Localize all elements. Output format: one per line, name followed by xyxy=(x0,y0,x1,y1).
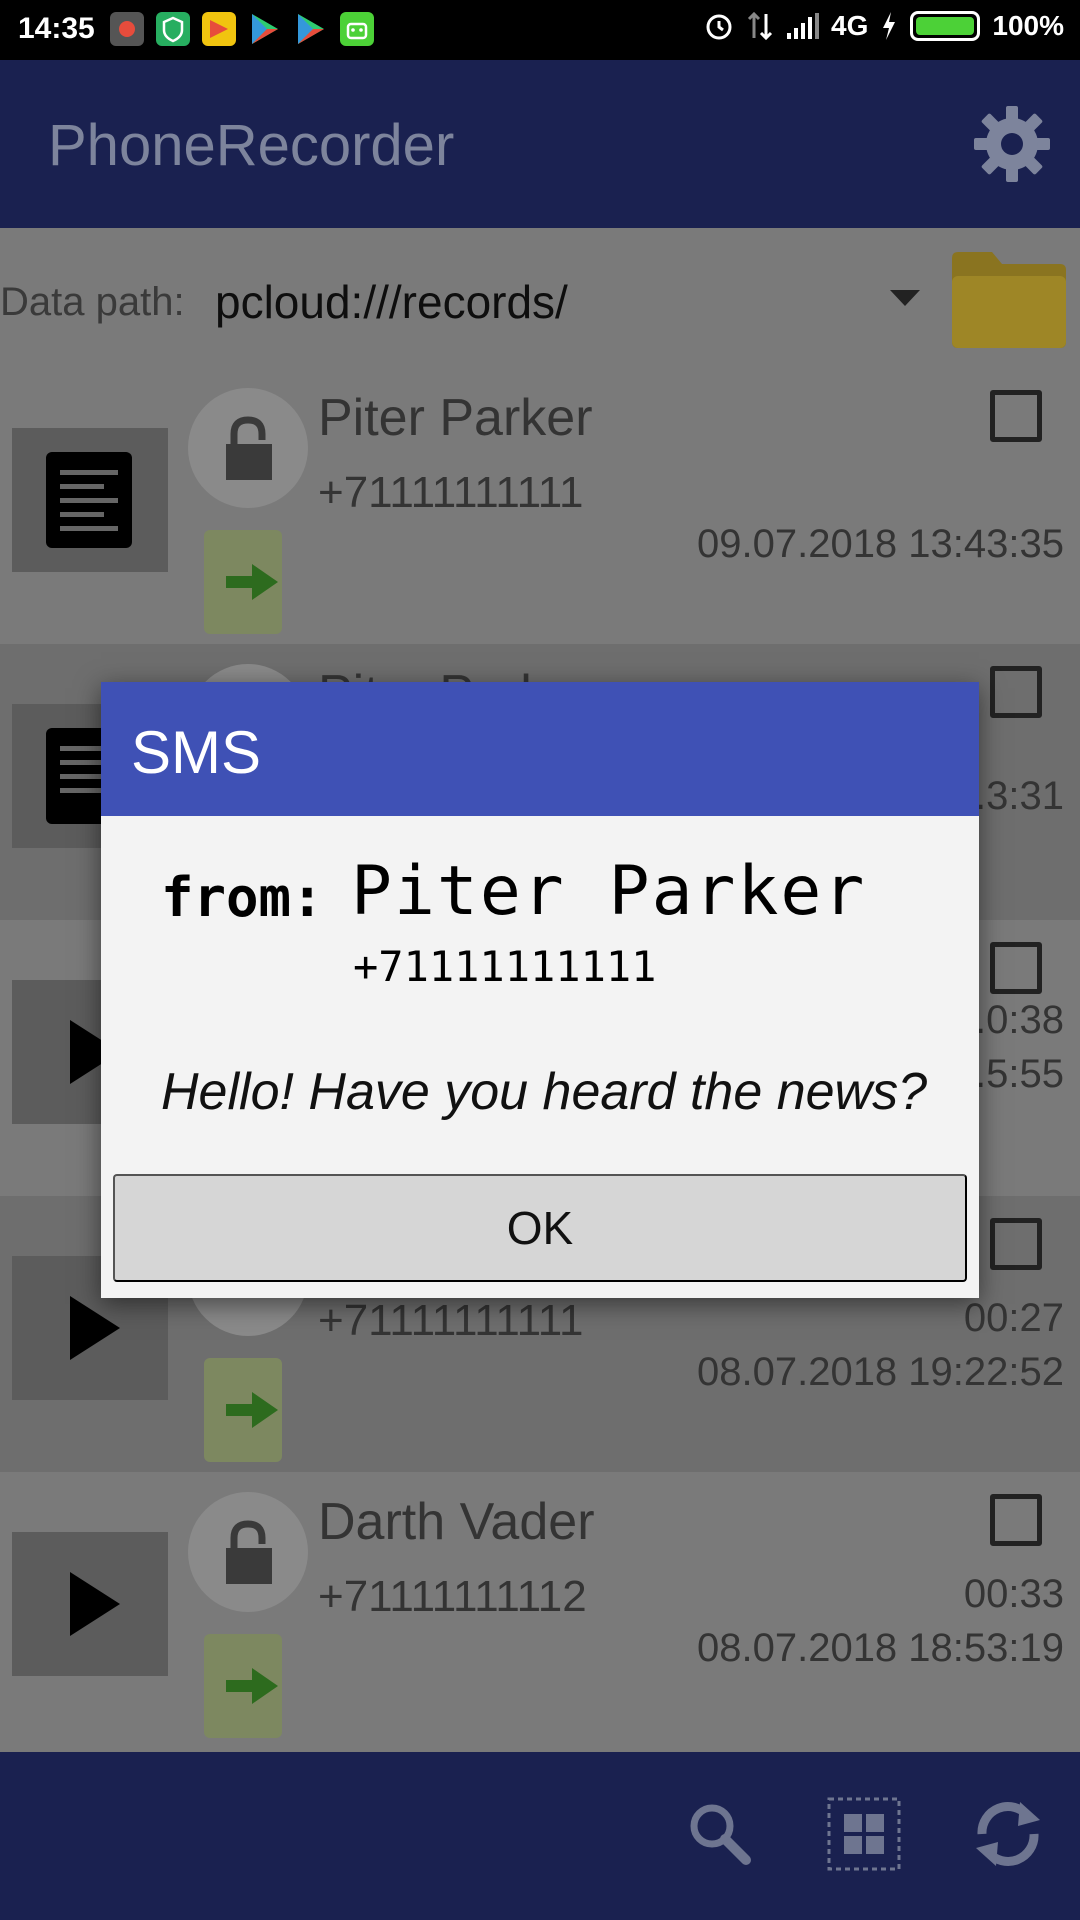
status-bar: 14:35 4G 100% xyxy=(0,0,1080,60)
data-path-row: Data path: pcloud:///records/ xyxy=(0,228,1080,368)
sms-message: Hello! Have you heard the news? xyxy=(161,1063,928,1121)
select-checkbox[interactable] xyxy=(990,390,1042,442)
lock-button[interactable] xyxy=(188,388,308,508)
app-bar: PhoneRecorder xyxy=(0,60,1080,228)
recording-row[interactable]: Piter Parker +71111111111 09.07.2018 13:… xyxy=(0,368,1080,644)
arrow-right-icon xyxy=(226,1668,278,1704)
notification-icons xyxy=(110,12,374,46)
arrow-right-icon xyxy=(226,564,278,600)
recording-duration: 00:33 xyxy=(963,1572,1064,1616)
data-path-label: Data path: xyxy=(0,280,185,324)
alarm-icon xyxy=(706,14,732,40)
recording-duration: 00:27 xyxy=(963,1296,1064,1340)
app-title: PhoneRecorder xyxy=(48,113,455,178)
sender-label: from: xyxy=(161,866,324,929)
shield-icon xyxy=(156,12,190,46)
sms-dialog: SMS from: Piter Parker +71111111111 Hell… xyxy=(101,682,979,1298)
status-right: 4G 100% xyxy=(703,10,1064,42)
app-icon xyxy=(202,12,236,46)
sender-phone: +71111111111 xyxy=(353,942,657,991)
select-checkbox[interactable] xyxy=(990,1494,1042,1546)
bottom-bar xyxy=(0,1752,1080,1920)
contact-phone: +71111111111 xyxy=(318,1296,584,1345)
contact-phone: +71111111111 xyxy=(318,468,584,517)
charging-icon xyxy=(883,12,896,40)
signal-icon xyxy=(787,13,820,39)
call-direction-badge xyxy=(204,1358,282,1462)
battery-icon xyxy=(910,11,981,41)
recording-date: 09.07.2018 13:43:35 xyxy=(696,522,1064,566)
transcript-button[interactable] xyxy=(12,428,168,572)
lock-icon xyxy=(226,1520,272,1584)
refresh-icon[interactable] xyxy=(968,1794,1048,1874)
dialog-header: SMS xyxy=(101,682,979,816)
battery-level xyxy=(916,17,975,35)
status-time: 14:35 xyxy=(18,12,95,45)
battery-percent: 100% xyxy=(992,10,1064,41)
contact-name: Darth Vader xyxy=(318,1493,595,1551)
recorder-icon xyxy=(110,12,144,46)
select-checkbox[interactable] xyxy=(990,666,1042,718)
gear-icon[interactable] xyxy=(970,102,1054,186)
recording-date: 08.07.2018 18:53:19 xyxy=(696,1626,1064,1670)
dialog-title: SMS xyxy=(131,719,262,786)
lock-button[interactable] xyxy=(188,1492,308,1612)
call-direction-badge xyxy=(204,530,282,634)
data-arrows-icon xyxy=(747,11,773,41)
folder-icon[interactable] xyxy=(948,248,1070,350)
play-icon xyxy=(70,1572,120,1636)
network-type: 4G xyxy=(831,10,869,41)
sender-name: Piter Parker xyxy=(351,852,867,931)
play-store-icon xyxy=(248,12,282,46)
document-icon xyxy=(46,452,132,548)
recording-date: 08.07.2018 19:22:52 xyxy=(696,1350,1064,1394)
arrow-right-icon xyxy=(226,1392,278,1428)
call-direction-badge xyxy=(204,1634,282,1738)
select-checkbox[interactable] xyxy=(990,942,1042,994)
ok-button[interactable]: OK xyxy=(113,1174,967,1282)
play-button[interactable] xyxy=(12,1532,168,1676)
recording-row[interactable]: Darth Vader +71111111112 00:33 08.07.201… xyxy=(0,1472,1080,1748)
contact-name: Piter Parker xyxy=(318,389,593,447)
contact-phone: +71111111112 xyxy=(318,1572,587,1621)
lock-icon xyxy=(226,416,272,480)
grid-select-icon[interactable] xyxy=(824,1794,904,1874)
search-icon[interactable] xyxy=(680,1794,760,1874)
dropdown-caret-icon[interactable] xyxy=(890,290,920,306)
android-icon xyxy=(340,12,374,46)
play-store-icon xyxy=(294,12,328,46)
data-path-select[interactable]: pcloud:///records/ xyxy=(215,275,568,329)
select-checkbox[interactable] xyxy=(990,1218,1042,1270)
